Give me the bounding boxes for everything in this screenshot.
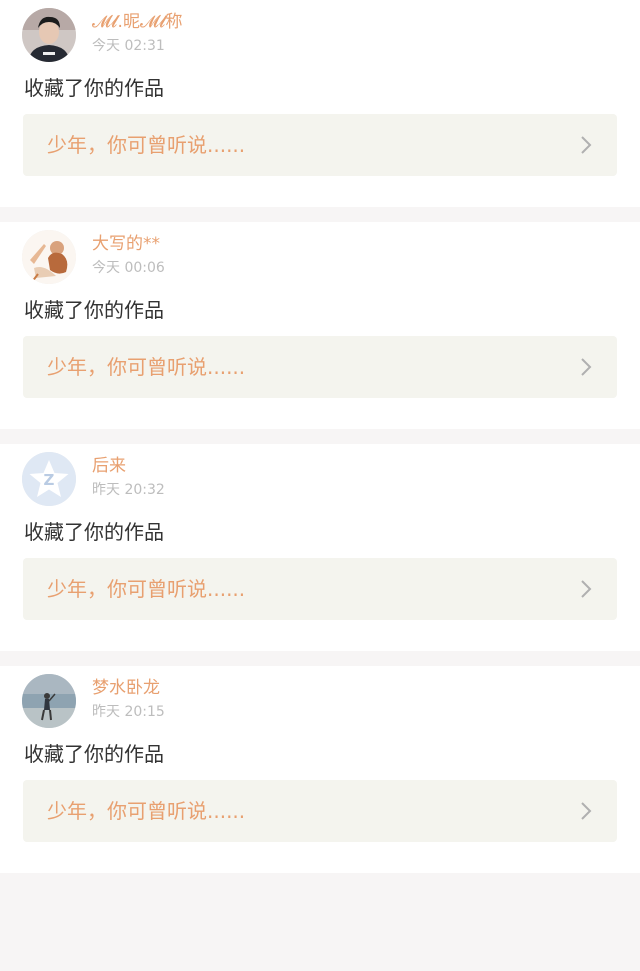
work-title: 少年，你可曾听说...... xyxy=(47,799,246,823)
work-link-button[interactable]: 少年，你可曾听说...... xyxy=(23,114,617,176)
username[interactable]: 𝓜𝓵.昵𝓜𝓵称 xyxy=(92,11,182,33)
work-link-button[interactable]: 少年，你可曾听说...... xyxy=(23,336,617,398)
avatar[interactable] xyxy=(22,674,76,728)
work-link-button[interactable]: 少年，你可曾听说...... xyxy=(23,558,617,620)
notification-card: 大写的** 今天 00:06 收藏了你的作品 少年，你可曾听说...... xyxy=(0,222,640,429)
username[interactable]: 后来 xyxy=(92,455,126,477)
illustrated-avatar-icon xyxy=(22,230,76,284)
default-qzone-avatar-icon: Z xyxy=(22,452,76,506)
username[interactable]: 梦水卧龙 xyxy=(92,677,160,699)
avatar[interactable]: Z xyxy=(22,452,76,506)
chevron-right-icon xyxy=(579,801,593,821)
avatar[interactable] xyxy=(22,8,76,62)
chevron-right-icon xyxy=(579,135,593,155)
chevron-right-icon xyxy=(579,357,593,377)
work-title: 少年，你可曾听说...... xyxy=(47,577,246,601)
work-title: 少年，你可曾听说...... xyxy=(47,355,246,379)
person-avatar-icon xyxy=(22,8,76,62)
notification-card: Z 后来 昨天 20:32 收藏了你的作品 少年，你可曾听说...... xyxy=(0,444,640,651)
timestamp: 昨天 20:32 xyxy=(92,482,165,498)
notification-card: 梦水卧龙 昨天 20:15 收藏了你的作品 少年，你可曾听说...... xyxy=(0,666,640,873)
username[interactable]: 大写的** xyxy=(92,233,160,255)
action-text: 收藏了你的作品 xyxy=(24,520,164,544)
avatar[interactable] xyxy=(22,230,76,284)
action-text: 收藏了你的作品 xyxy=(24,742,164,766)
beach-photo-avatar-icon xyxy=(22,674,76,728)
work-title: 少年，你可曾听说...... xyxy=(47,133,246,157)
timestamp: 今天 00:06 xyxy=(92,260,165,276)
chevron-right-icon xyxy=(579,579,593,599)
action-text: 收藏了你的作品 xyxy=(24,298,164,322)
notification-feed: 𝓜𝓵.昵𝓜𝓵称 今天 02:31 收藏了你的作品 少年，你可曾听说...... … xyxy=(0,0,640,873)
work-link-button[interactable]: 少年，你可曾听说...... xyxy=(23,780,617,842)
timestamp: 昨天 20:15 xyxy=(92,704,165,720)
action-text: 收藏了你的作品 xyxy=(24,76,164,100)
timestamp: 今天 02:31 xyxy=(92,38,165,54)
notification-card: 𝓜𝓵.昵𝓜𝓵称 今天 02:31 收藏了你的作品 少年，你可曾听说...... xyxy=(0,0,640,207)
svg-text:Z: Z xyxy=(44,471,55,489)
